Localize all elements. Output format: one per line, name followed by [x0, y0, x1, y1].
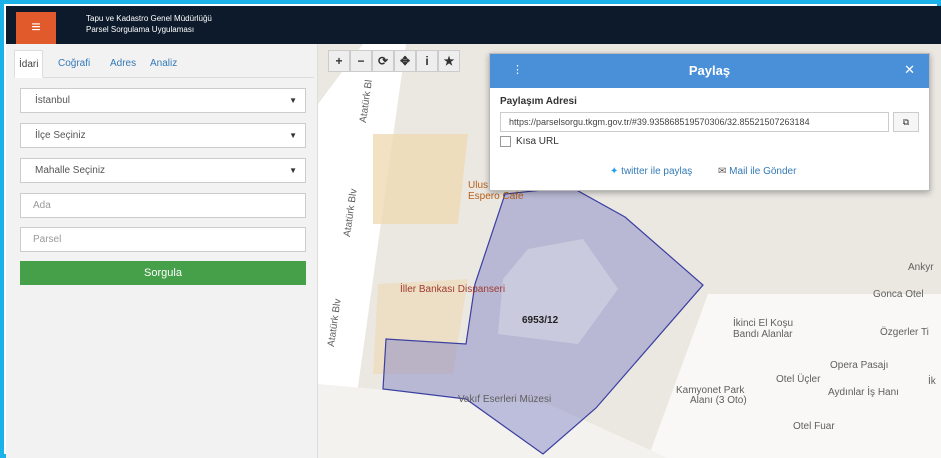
neighborhood-select[interactable]: Mahalle Seçiniz ▼ [20, 158, 306, 183]
tab-cografi[interactable]: Coğrafi [54, 50, 94, 78]
info-button[interactable]: i [416, 50, 438, 72]
refresh-button[interactable]: ⟳ [372, 50, 394, 72]
poi-label: İller Bankası Dispanseri [400, 284, 506, 295]
poi-label: Opera Pasajı [830, 360, 889, 371]
tab-adres[interactable]: Adres [106, 50, 140, 78]
zoom-out-button[interactable]: − [350, 50, 372, 72]
app-title-line1: Tapu ve Kadastro Genel Müdürlüğü [86, 14, 212, 23]
copy-icon: ⧉ [902, 117, 910, 127]
pan-button[interactable]: ✥ [394, 50, 416, 72]
district-select-value: İlçe Seçiniz [35, 130, 86, 141]
poi-label: Aydınlar İş Hanı [828, 387, 899, 398]
sidebar: İdari Coğrafi Adres Analiz İstanbul ▼ İl… [6, 44, 318, 458]
zoom-in-button[interactable]: + [328, 50, 350, 72]
query-button[interactable]: Sorgula [20, 261, 306, 285]
caret-down-icon: ▼ [289, 166, 297, 175]
poi-label: Vakıf Eserleri Müzesi [458, 394, 552, 405]
neighborhood-select-value: Mahalle Seçiniz [35, 165, 106, 176]
poi-label: Özgerler Ti [880, 327, 929, 338]
hamburger-icon: ≡ [31, 19, 41, 36]
tab-bar: İdari Coğrafi Adres Analiz [14, 50, 314, 78]
caret-down-icon: ▼ [289, 96, 297, 105]
twitter-icon: ✦ [610, 166, 619, 177]
tab-analiz[interactable]: Analiz [146, 50, 181, 78]
share-dialog-header: ⋮ Paylaş ✕ [490, 54, 929, 88]
twitter-share-link[interactable]: ✦ twitter ile paylaş [610, 166, 692, 177]
poi-label: Bandı Alanlar [733, 329, 793, 340]
district-select[interactable]: İlçe Seçiniz ▼ [20, 123, 306, 148]
province-select[interactable]: İstanbul ▼ [20, 88, 306, 113]
mail-share-link[interactable]: ✉ Mail ile Gönder [718, 166, 796, 177]
landuse-block [373, 134, 468, 224]
mail-share-label: Mail ile Gönder [729, 166, 797, 177]
menu-button[interactable]: ≡ [16, 12, 56, 44]
poi-label: Ankyr [908, 262, 934, 273]
poi-label: Gonca Otel [873, 289, 924, 300]
short-url-checkbox[interactable] [500, 136, 511, 147]
poi-label: Otel Üçler [776, 374, 821, 385]
share-address-label: Paylaşım Adresi [500, 96, 577, 107]
copy-button[interactable]: ⧉ [893, 112, 919, 132]
close-icon[interactable]: ✕ [904, 62, 915, 78]
province-select-value: İstanbul [35, 95, 71, 106]
poi-label: Alanı (3 Oto) [690, 395, 747, 406]
share-dialog-title: Paylaş [688, 63, 731, 78]
ada-input[interactable]: Ada [20, 193, 306, 218]
share-url-field[interactable]: https://parselsorgu.tkgm.gov.tr/#39.9358… [500, 112, 889, 132]
parsel-input[interactable]: Parsel [20, 227, 306, 252]
poi-label: Espero Cafe [468, 191, 524, 202]
twitter-share-label: twitter ile paylaş [621, 166, 693, 177]
tab-idari[interactable]: İdari [14, 50, 44, 78]
share-dialog: ⋮ Paylaş ✕ Paylaşım Adresi https://parse… [489, 53, 930, 191]
favorite-button[interactable]: ★ [438, 50, 460, 72]
short-url-label: Kısa URL [516, 136, 559, 147]
poi-label: Otel Fuar [793, 421, 835, 432]
parcel-label: 6953/12 [522, 315, 559, 326]
app-header: ≡ Tapu ve Kadastro Genel Müdürlüğü Parse… [6, 6, 941, 44]
poi-label: İkinci El Koşu [733, 318, 794, 329]
poi-label: İk [928, 376, 936, 387]
caret-down-icon: ▼ [289, 131, 297, 140]
app-title: Tapu ve Kadastro Genel Müdürlüğü Parsel … [86, 13, 212, 35]
mail-icon: ✉ [718, 166, 727, 177]
app-title-line2: Parsel Sorgulama Uygulaması [86, 25, 195, 34]
